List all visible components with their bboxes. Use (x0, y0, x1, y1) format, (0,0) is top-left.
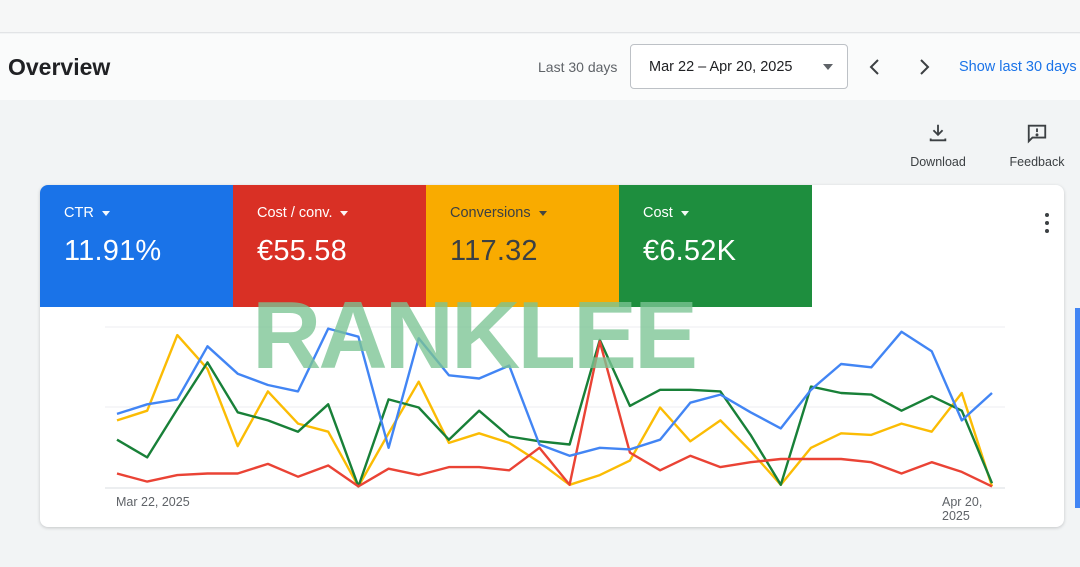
feedback-label: Feedback (1009, 155, 1065, 169)
previous-period-button[interactable] (860, 53, 888, 81)
scrollbar[interactable] (1075, 308, 1080, 508)
x-axis-start-label: Mar 22, 2025 (116, 495, 190, 509)
series-ctr (116, 327, 993, 457)
download-icon (929, 124, 947, 142)
chevron-down-icon (823, 63, 833, 70)
feedback-button[interactable]: Feedback (992, 122, 1080, 169)
chevron-right-icon (919, 59, 929, 75)
chevron-left-icon (869, 59, 879, 75)
x-axis-end-label: Apr 20, 2025 (942, 495, 983, 523)
browser-top-strip (0, 0, 1080, 33)
date-range-value: Mar 22 – Apr 20, 2025 (649, 58, 793, 75)
date-range-selector[interactable]: Mar 22 – Apr 20, 2025 (630, 44, 848, 89)
next-period-button[interactable] (910, 53, 938, 81)
page-title: Overview (8, 54, 111, 80)
show-last-30-days-link[interactable]: Show last 30 days (959, 59, 1077, 75)
feedback-icon (1027, 124, 1047, 144)
date-range-preset-label: Last 30 days (538, 59, 618, 75)
timeseries-chart[interactable] (40, 185, 1064, 527)
download-button[interactable]: Download (893, 122, 983, 169)
overview-chart-panel: CTR 11.91% Cost / conv. €55.58 Conversio… (40, 185, 1064, 527)
series-conversions (116, 333, 994, 488)
download-label: Download (910, 155, 966, 169)
